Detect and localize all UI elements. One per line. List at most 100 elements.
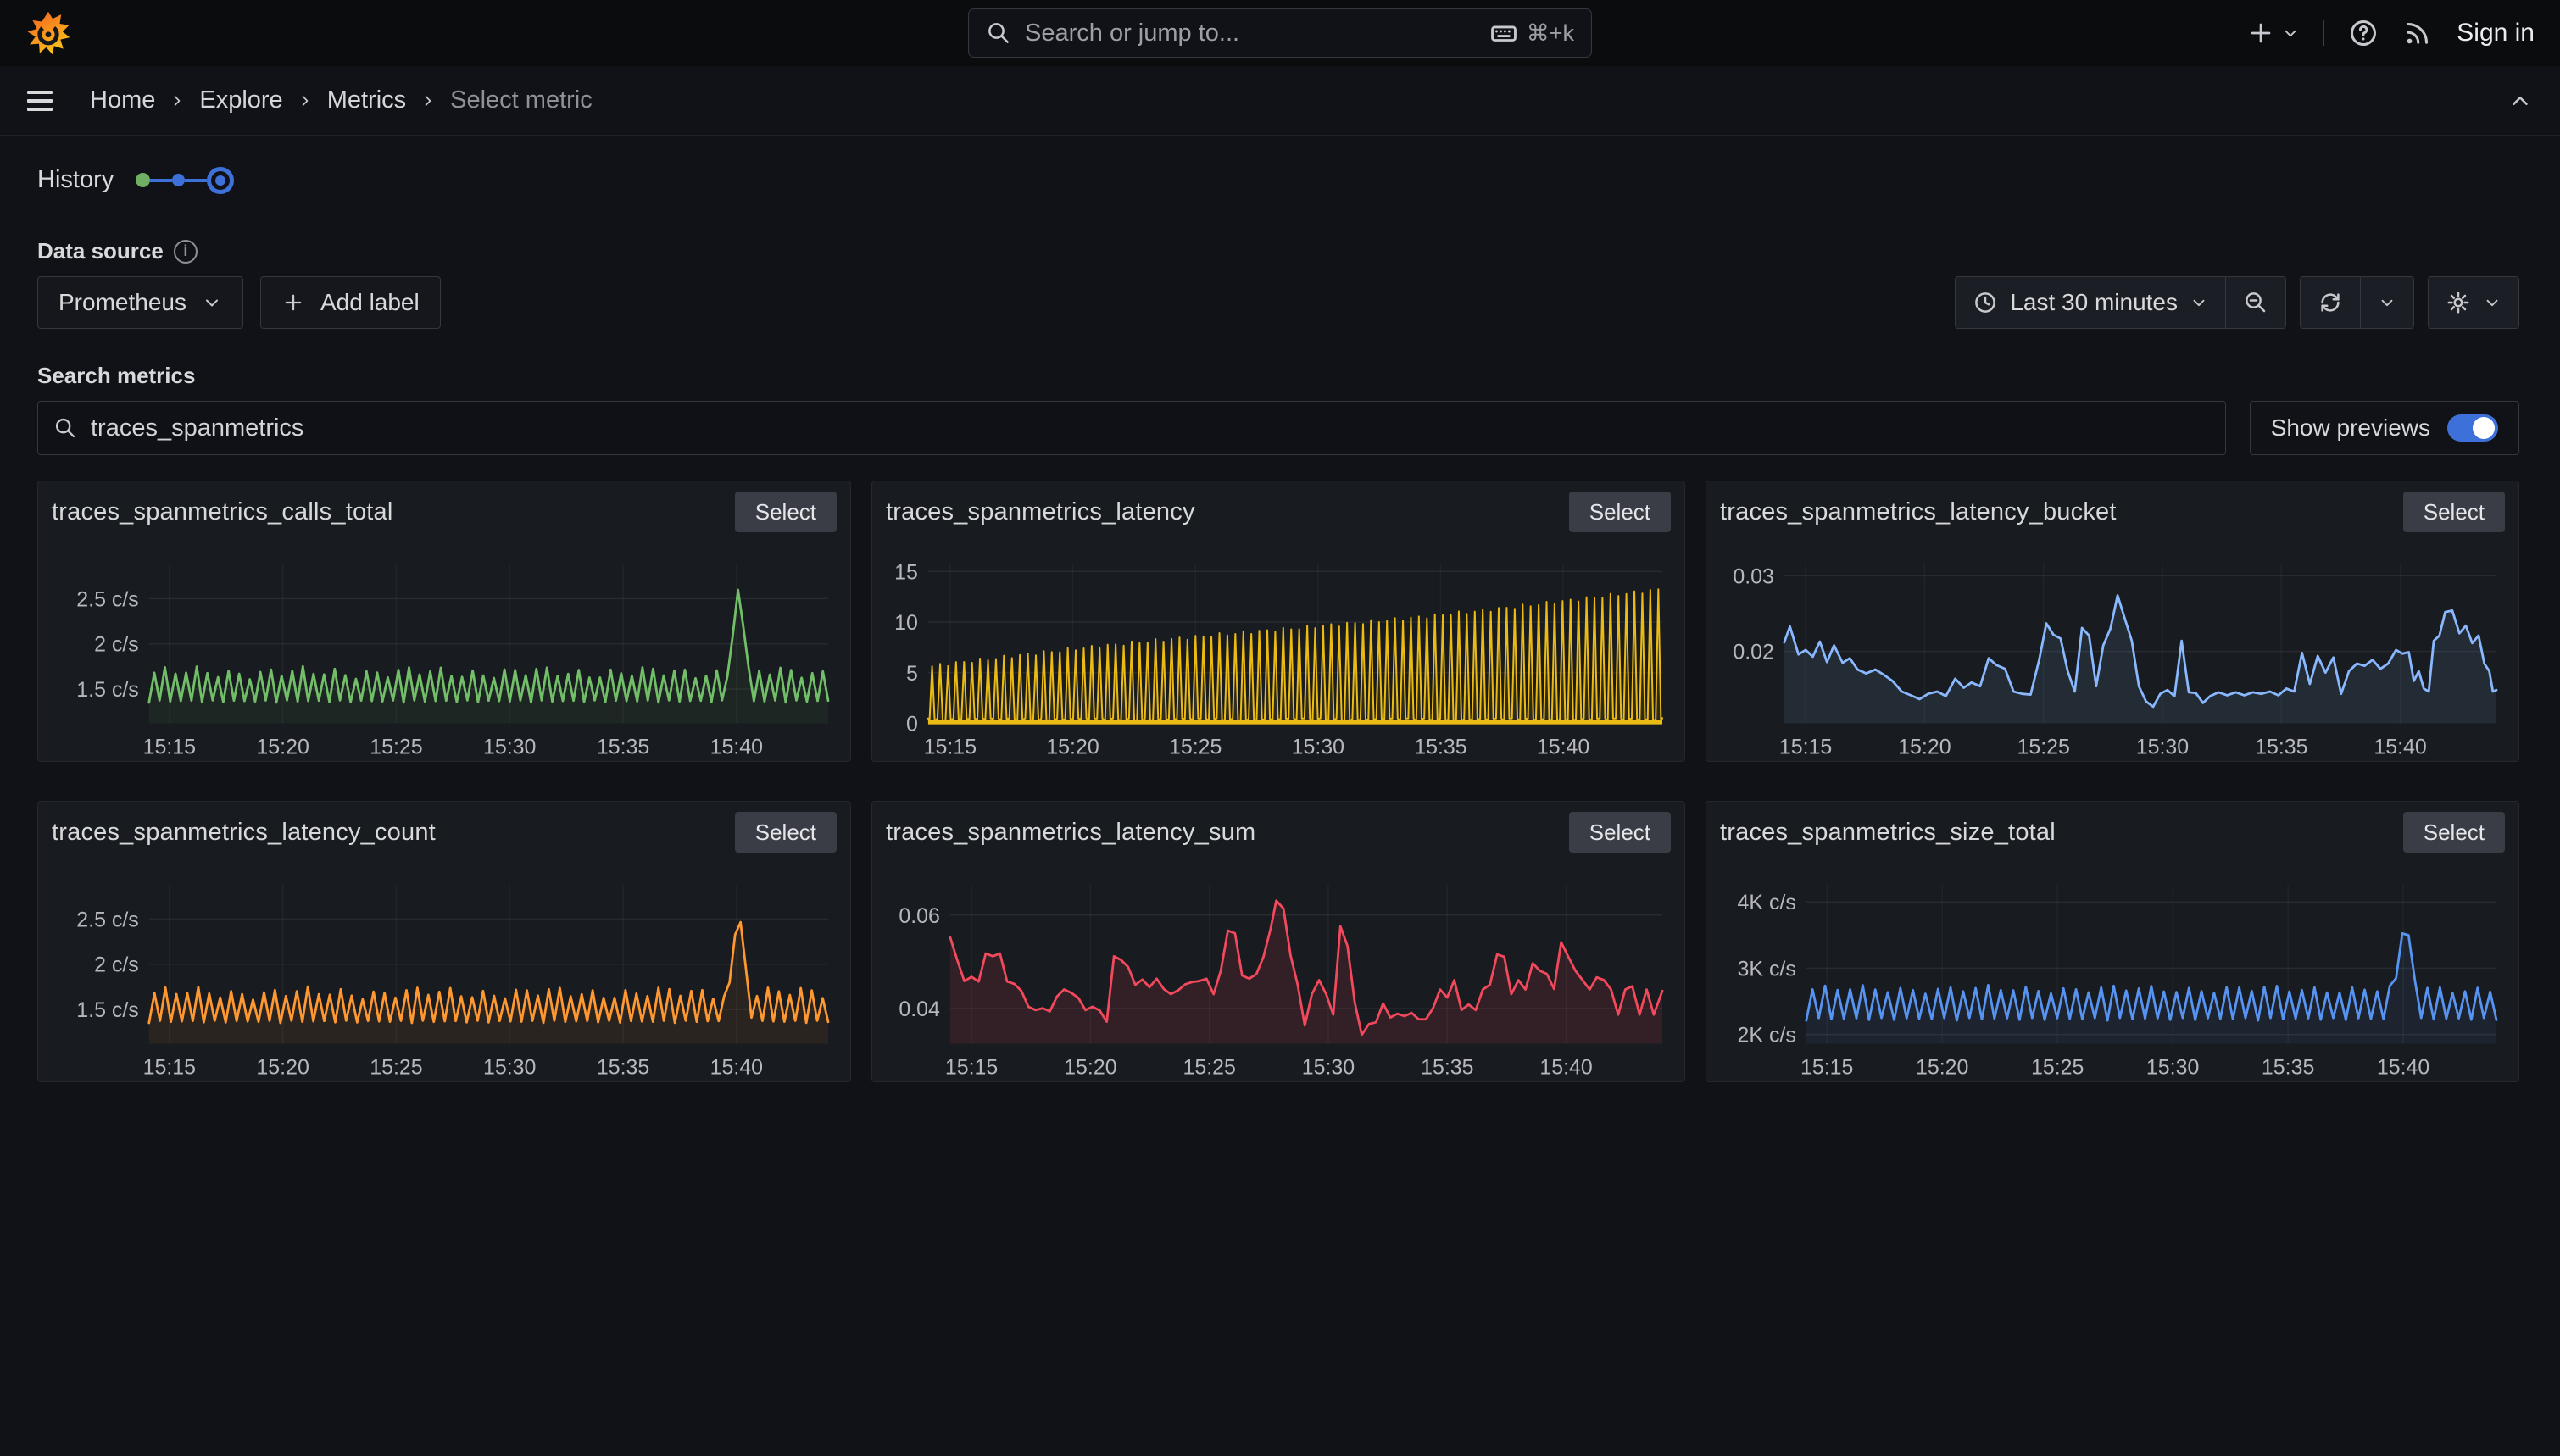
svg-text:15:35: 15:35 [1414, 735, 1466, 759]
metric-preview-chart: 15:1515:2015:2515:3015:3515:401.5 c/s2 c… [52, 536, 837, 762]
search-metrics-label-row: Search metrics [37, 363, 2519, 389]
keyboard-icon [1489, 19, 1518, 47]
add-label-button[interactable]: Add label [260, 276, 441, 329]
sign-in-button[interactable]: Sign in [2457, 19, 2535, 47]
metric-panel-latency-sum: traces_spanmetrics_latency_sum Select 15… [871, 801, 1685, 1082]
datasource-picker[interactable]: Prometheus [37, 276, 243, 329]
metric-panel-latency: traces_spanmetrics_latency Select 15:151… [871, 481, 1685, 762]
global-search-placeholder: Search or jump to... [1025, 19, 1239, 47]
svg-text:15:30: 15:30 [1302, 1055, 1355, 1079]
svg-text:15:20: 15:20 [256, 1055, 309, 1079]
refresh-icon [2318, 290, 2343, 315]
panel-title: traces_spanmetrics_calls_total [52, 498, 393, 526]
metric-preview-chart: 15:1515:2015:2515:3015:3515:401.5 c/s2 c… [52, 856, 837, 1082]
select-metric-button[interactable]: Select [2403, 812, 2505, 853]
select-metric-button[interactable]: Select [1569, 492, 1671, 532]
metric-panel-calls-total: traces_spanmetrics_calls_total Select 15… [37, 481, 851, 762]
svg-text:15:40: 15:40 [2377, 1055, 2429, 1079]
plus-icon [2247, 19, 2274, 47]
breadcrumb-bar: Home Explore Metrics Select metric [0, 66, 2560, 136]
help-icon[interactable] [2348, 18, 2379, 48]
svg-text:15:40: 15:40 [1539, 1055, 1592, 1079]
svg-text:0.04: 0.04 [899, 998, 940, 1021]
history-step-start[interactable] [136, 173, 150, 187]
refresh-button[interactable] [2300, 276, 2361, 329]
breadcrumb: Home Explore Metrics Select metric [90, 86, 593, 114]
settings-button[interactable] [2428, 276, 2519, 329]
svg-text:15:40: 15:40 [2374, 735, 2426, 759]
breadcrumb-explore[interactable]: Explore [199, 86, 282, 114]
panel-title: traces_spanmetrics_latency_bucket [1720, 498, 2117, 526]
metric-preview-chart: 15:1515:2015:2515:3015:3515:402K c/s3K c… [1720, 856, 2505, 1082]
svg-text:15:35: 15:35 [2262, 1055, 2314, 1079]
grafana-logo[interactable] [25, 10, 71, 56]
breadcrumb-metrics[interactable]: Metrics [327, 86, 406, 114]
history-step-current[interactable] [207, 167, 234, 194]
svg-text:15:30: 15:30 [483, 735, 536, 759]
search-shortcut: ⌘+k [1489, 19, 1574, 47]
time-picker-group: Last 30 minutes [1955, 276, 2286, 329]
new-menu-button[interactable] [2247, 19, 2300, 47]
svg-text:15:25: 15:25 [370, 1055, 422, 1079]
svg-text:1.5 c/s: 1.5 c/s [76, 998, 138, 1022]
svg-text:15:35: 15:35 [1421, 1055, 1473, 1079]
search-row: Show previews [37, 401, 2519, 455]
breadcrumb-separator-icon [297, 92, 314, 109]
history-step-mid[interactable] [172, 174, 185, 186]
svg-text:15:30: 15:30 [1292, 735, 1344, 759]
svg-text:2 c/s: 2 c/s [94, 633, 139, 657]
panel-title: traces_spanmetrics_latency [886, 498, 1195, 526]
svg-text:15:15: 15:15 [143, 1055, 196, 1079]
time-range-button[interactable]: Last 30 minutes [1955, 276, 2226, 329]
metric-panel-latency-count: traces_spanmetrics_latency_count Select … [37, 801, 851, 1082]
select-metric-button[interactable]: Select [735, 812, 837, 853]
chevron-down-icon [2281, 24, 2300, 42]
shortcut-text: ⌘+k [1527, 20, 1574, 47]
refresh-interval-dropdown[interactable] [2361, 276, 2414, 329]
svg-text:15:30: 15:30 [2136, 735, 2189, 759]
metric-preview-chart: 15:1515:2015:2515:3015:3515:40051015 [886, 536, 1671, 762]
news-rss-icon[interactable] [2402, 18, 2433, 48]
metrics-search-input[interactable] [91, 414, 2210, 442]
global-search-input[interactable]: Search or jump to... ⌘+k [968, 8, 1592, 58]
metric-panel-latency-bucket: traces_spanmetrics_latency_bucket Select… [1706, 481, 2519, 762]
collapse-chevron-up-icon[interactable] [2507, 88, 2533, 114]
time-range-text: Last 30 minutes [2010, 289, 2178, 316]
svg-text:5: 5 [906, 662, 918, 686]
info-icon[interactable]: i [174, 240, 198, 264]
svg-text:0.06: 0.06 [899, 904, 940, 928]
search-metrics-label: Search metrics [37, 363, 195, 389]
history-steps [136, 167, 234, 194]
nav-divider [2323, 20, 2324, 46]
svg-text:15:20: 15:20 [1898, 735, 1951, 759]
history-connector [150, 179, 172, 182]
svg-text:15:30: 15:30 [2146, 1055, 2199, 1079]
svg-text:0.02: 0.02 [1733, 641, 1774, 664]
zoom-out-button[interactable] [2226, 276, 2286, 329]
svg-text:15:20: 15:20 [256, 735, 309, 759]
breadcrumb-home[interactable]: Home [90, 86, 155, 114]
show-previews-toggle[interactable] [2447, 414, 2498, 442]
select-metric-button[interactable]: Select [735, 492, 837, 532]
svg-text:15:25: 15:25 [2017, 735, 2069, 759]
svg-text:15:40: 15:40 [710, 735, 763, 759]
chevron-down-icon [2378, 293, 2396, 312]
metric-preview-chart: 15:1515:2015:2515:3015:3515:400.040.06 [886, 856, 1671, 1082]
svg-text:15:15: 15:15 [1779, 735, 1832, 759]
select-metric-button[interactable]: Select [1569, 812, 1671, 853]
svg-text:15:25: 15:25 [1183, 1055, 1235, 1079]
search-icon [53, 416, 77, 440]
svg-text:15:25: 15:25 [2031, 1055, 2084, 1079]
svg-text:2.5 c/s: 2.5 c/s [76, 908, 138, 931]
svg-text:1.5 c/s: 1.5 c/s [76, 678, 138, 702]
refresh-group [2300, 276, 2414, 329]
select-metric-button[interactable]: Select [2403, 492, 2505, 532]
history-row: History [37, 166, 2519, 194]
svg-text:15:20: 15:20 [1046, 735, 1099, 759]
datasource-label: Data source [37, 238, 164, 264]
menu-toggle-button[interactable] [27, 91, 53, 111]
svg-text:15:25: 15:25 [1169, 735, 1222, 759]
zoom-out-icon [2243, 290, 2268, 315]
svg-text:15:35: 15:35 [597, 735, 649, 759]
clock-icon [1973, 290, 1998, 315]
